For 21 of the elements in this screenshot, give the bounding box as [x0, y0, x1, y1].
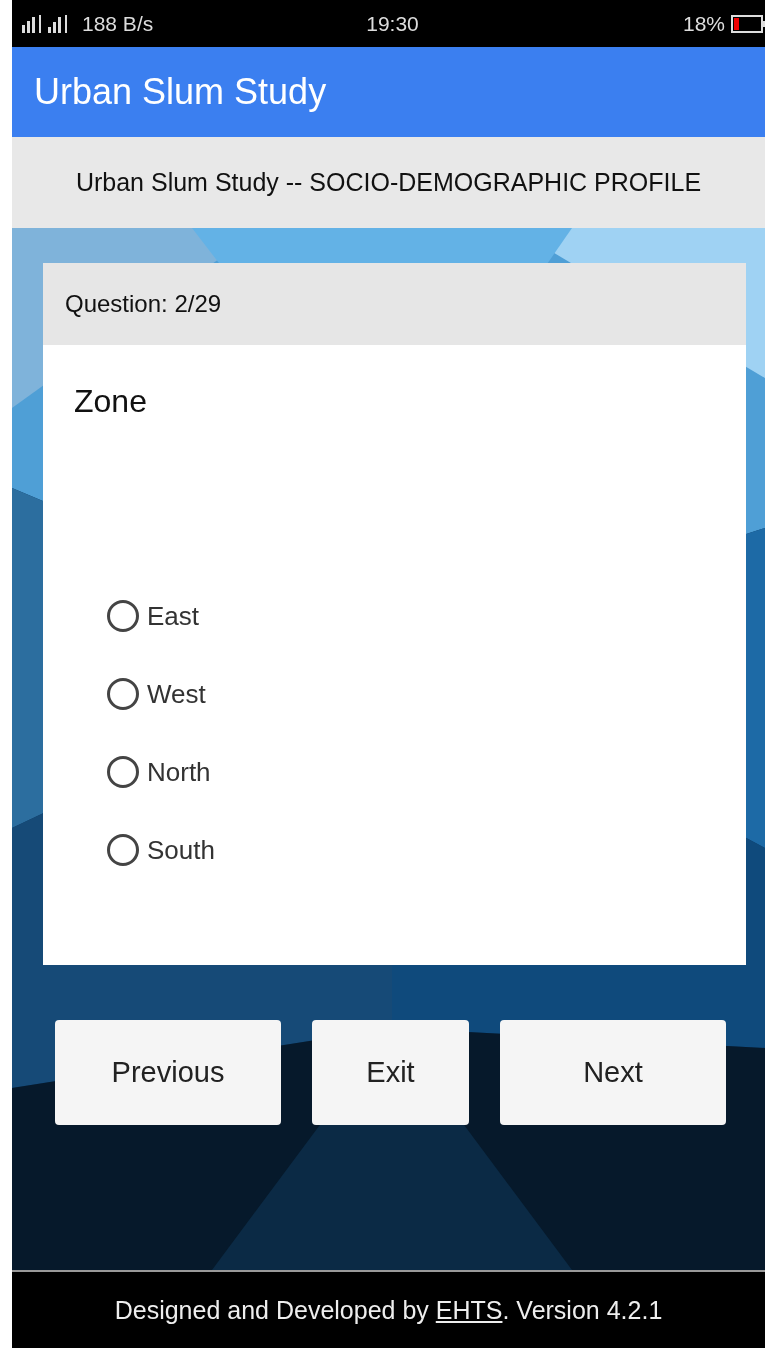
question-text: Zone — [74, 383, 148, 420]
nav-button[interactable]: Next — [500, 1020, 726, 1125]
app-title: Urban Slum Study — [34, 71, 327, 113]
battery-percent: 18% — [682, 11, 725, 36]
radio-button[interactable] — [107, 756, 139, 788]
battery-icon — [731, 14, 765, 33]
nav-button[interactable]: Exit — [312, 1020, 469, 1125]
footer-text: Designed and Developed by EHTS. Version 4.2.1 — [114, 1295, 663, 1325]
radio-option[interactable]: East — [107, 600, 200, 632]
survey-title: Urban Slum Study -- SOCIO-DEMOGRAPHIC PROFILE — [75, 168, 702, 197]
network-speed: 188 B/s — [82, 11, 154, 36]
developer-link[interactable]: EHTS — [435, 1295, 503, 1324]
radio-button[interactable] — [107, 834, 139, 866]
radio-option[interactable]: South — [107, 834, 215, 866]
question-counter: Question: 2/29 — [65, 290, 222, 318]
radio-option[interactable]: North — [107, 756, 211, 788]
radio-button[interactable] — [107, 678, 139, 710]
clock: 19:30 — [366, 11, 419, 36]
radio-button[interactable] — [107, 600, 139, 632]
radio-option[interactable]: West — [107, 678, 206, 710]
nav-button[interactable]: Previous — [55, 1020, 281, 1125]
